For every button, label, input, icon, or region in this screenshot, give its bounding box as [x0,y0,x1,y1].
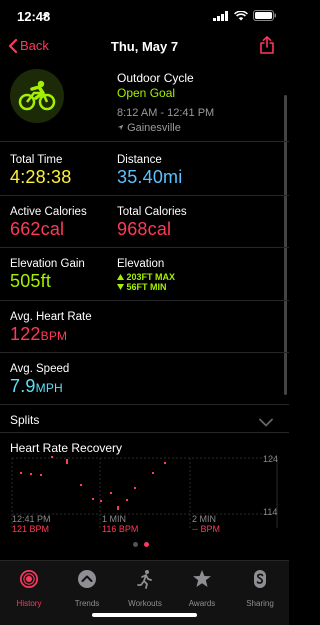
tab-trends-label: Trends [74,599,100,608]
hrr-y-max: 124 [263,454,279,464]
tab-workouts[interactable]: Workouts [116,569,174,608]
calories-row: Active Calories 662cal Total Calories 96… [0,196,289,248]
star-award-icon [193,570,211,587]
elevation-max: 203FT MAX [117,272,175,282]
avg-speed-unit: MPH [35,381,63,395]
workout-header: Outdoor Cycle Open Goal 8:12 AM - 12:41 … [0,62,289,142]
location-text: Gainesville [127,122,181,134]
avg-heart-rate-value-group: 122BPM [10,324,92,345]
home-indicator [92,613,197,617]
tab-workouts-label: Workouts [128,599,162,608]
active-calories-unit: cal [40,219,65,239]
share-button[interactable] [260,36,274,59]
total-calories-value-group: 968cal [117,219,187,240]
distance-value-group: 35.40mi [117,167,182,188]
splits-row[interactable]: Splits [0,405,289,433]
elevation-min-text: 56FT MIN [126,282,167,292]
time-distance-row: Total Time 4:28:38 Distance 35.40mi [0,143,289,196]
splits-label: Splits [10,413,40,427]
hrr-marker-2-bpm: -- BPM [192,524,220,534]
tab-history[interactable]: History [0,569,58,608]
elevation: Elevation 203FT MAX 56FT MIN [117,258,175,292]
trends-chevron-icon [78,570,96,588]
elevation-gain-value-group: 505ft [10,271,85,292]
status-bar: 12:48 [0,0,289,34]
status-icons [41,10,277,21]
hrr-y-min: 114 [263,507,278,517]
tab-awards-label: Awards [188,599,216,608]
active-calories-value: 662 [10,219,41,239]
distance-value: 35.40 [117,167,164,187]
cycling-badge [10,69,64,123]
tab-sharing[interactable]: Sharing [231,569,289,608]
chevron-down-icon [259,418,273,427]
hrr-marker-1-bpm: 116 BPM [102,524,139,534]
active-calories: Active Calories 662cal [10,206,87,240]
page-indicator[interactable] [133,542,149,547]
elevation-gain-value: 505 [10,271,41,291]
distance-label: Distance [117,154,162,166]
workout-location: Gainesville [117,122,181,134]
avg-speed-row: Avg. Speed 7.9MPH [0,353,289,405]
distance-unit: mi [163,167,183,187]
running-figure-icon [137,570,152,589]
tab-history-label: History [16,599,42,608]
total-calories-unit: cal [147,219,172,239]
tab-trends[interactable]: Trends [58,569,116,608]
avg-heart-rate: Avg. Heart Rate 122BPM [10,311,92,345]
history-rings-icon [20,570,38,588]
hrr-marker-0-time: 12:41 PM [12,514,51,524]
elevation-gain-unit: ft [40,271,52,291]
battery-icon [253,10,276,21]
avg-speed-value-group: 7.9MPH [10,376,69,397]
share-icon [260,36,274,54]
elevation-label: Elevation [117,258,165,270]
tab-awards[interactable]: Awards [173,569,231,608]
total-time-label: Total Time [10,154,63,166]
splits-expand-button[interactable] [259,414,273,432]
workout-goal: Open Goal [117,86,176,100]
triangle-up-icon [117,274,124,280]
page-title: Thu, May 7 [110,39,179,54]
elevation-gain: Elevation Gain 505ft [10,258,85,292]
page-dot-active[interactable] [144,542,149,547]
hrr-marker-2-time: 2 MIN [192,514,217,524]
tab-sharing-label: Sharing [246,599,274,608]
avg-heart-rate-row: Avg. Heart Rate 122BPM [0,301,289,353]
location-arrow-icon [117,124,124,131]
total-calories-label: Total Calories [117,206,187,218]
location-arrow-icon [41,12,49,20]
workout-time-range: 8:12 AM - 12:41 PM [117,107,215,119]
hrr-marker-0-bpm: 121 BPM [12,524,50,534]
avg-heart-rate-value: 122 [10,324,41,344]
active-calories-value-group: 662cal [10,219,87,240]
total-time: Total Time 4:28:38 [10,154,71,188]
hrr-marker-1-time: 1 MIN [102,514,127,524]
wifi-icon [234,10,248,20]
elevation-min: 56FT MIN [117,282,175,292]
avg-heart-rate-unit: BPM [40,329,68,343]
nav-bar: Back Thu, May 7 [0,34,289,62]
sharing-s-icon [254,570,266,588]
elevation-row: Elevation Gain 505ft Elevation 203FT MAX… [0,248,289,301]
triangle-down-icon [117,284,124,290]
page-dot[interactable] [133,542,138,547]
active-calories-label: Active Calories [10,206,87,218]
elevation-gain-label: Elevation Gain [10,258,85,270]
distance: Distance 35.40mi [117,154,182,188]
total-calories: Total Calories 968cal [117,206,187,240]
avg-speed: Avg. Speed 7.9MPH [10,363,69,397]
avg-speed-label: Avg. Speed [10,363,70,375]
avg-speed-value: 7.9 [10,376,36,396]
elevation-max-text: 203FT MAX [126,272,176,282]
workout-type: Outdoor Cycle [117,71,194,85]
hrr-chart: 124 114 12:41 PM 121 BPM 1 MIN 116 BPM 2… [0,452,289,540]
total-calories-value: 968 [117,219,148,239]
total-time-value: 4:28:38 [10,167,72,187]
cycling-icon [18,80,56,111]
cellular-signal-icon [213,10,228,21]
avg-heart-rate-label: Avg. Heart Rate [10,311,92,323]
